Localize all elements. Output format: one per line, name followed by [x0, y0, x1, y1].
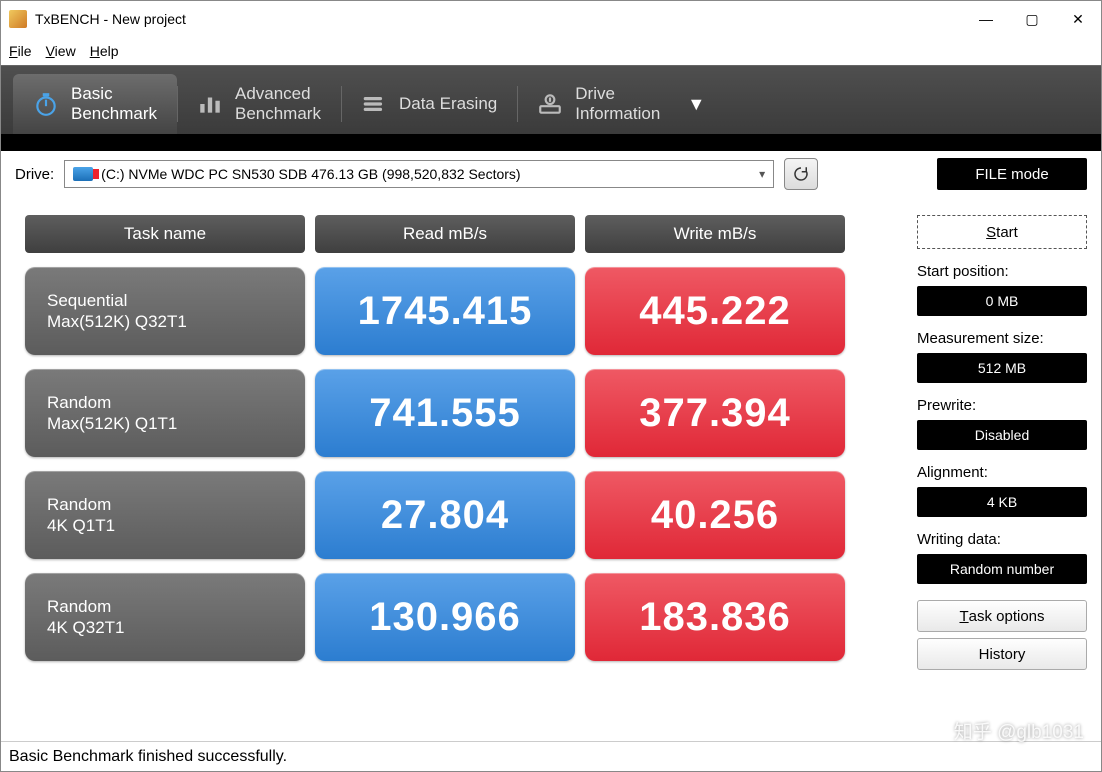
start-position-label: Start position: [917, 263, 1087, 280]
chevron-down-icon: ▾ [759, 167, 765, 181]
task-name-cell[interactable]: Random 4K Q32T1 [25, 573, 305, 661]
tabbar: BasicBenchmark AdvancedBenchmark Data Er… [1, 65, 1101, 135]
menu-view[interactable]: View [46, 43, 76, 59]
task-line2: Max(512K) Q32T1 [47, 311, 283, 332]
result-row: Random 4K Q32T1 130.966 183.836 [15, 573, 897, 661]
write-value[interactable]: 40.256 [585, 471, 845, 559]
header-task: Task name [25, 215, 305, 253]
task-line1: Random [47, 494, 283, 515]
tab-underline [1, 135, 1101, 151]
read-value[interactable]: 1745.415 [315, 267, 575, 355]
drivebar: Drive: (C:) NVMe WDC PC SN530 SDB 476.13… [1, 151, 1101, 197]
task-line2: 4K Q32T1 [47, 617, 283, 638]
history-button[interactable]: History [917, 638, 1087, 670]
erase-icon [361, 91, 387, 117]
tab-label: BasicBenchmark [71, 84, 157, 123]
close-button[interactable]: ✕ [1055, 3, 1101, 35]
tab-basic-benchmark[interactable]: BasicBenchmark [13, 74, 177, 134]
task-line1: Random [47, 596, 283, 617]
prewrite-label: Prewrite: [917, 397, 1087, 414]
drive-info-icon [537, 91, 563, 117]
tab-label: Data Erasing [399, 94, 497, 114]
menu-help[interactable]: Help [90, 43, 119, 59]
result-row: Random Max(512K) Q1T1 741.555 377.394 [15, 369, 897, 457]
task-line1: Random [47, 392, 283, 413]
tab-label: AdvancedBenchmark [235, 84, 321, 123]
task-options-button[interactable]: Task options [917, 600, 1087, 632]
menubar: File View Help [1, 37, 1101, 65]
tab-drive-information[interactable]: DriveInformation [517, 74, 680, 134]
tab-data-erasing[interactable]: Data Erasing [341, 74, 517, 134]
start-position-value[interactable]: 0 MB [917, 286, 1087, 316]
task-line2: 4K Q1T1 [47, 515, 283, 536]
maximize-button[interactable]: ▢ [1009, 3, 1055, 35]
minimize-button[interactable]: — [963, 3, 1009, 35]
tab-advanced-benchmark[interactable]: AdvancedBenchmark [177, 74, 341, 134]
write-value[interactable]: 377.394 [585, 369, 845, 457]
alignment-label: Alignment: [917, 464, 1087, 481]
writing-data-label: Writing data: [917, 531, 1087, 548]
prewrite-value[interactable]: Disabled [917, 420, 1087, 450]
window-buttons: — ▢ ✕ [963, 3, 1101, 35]
writing-data-value[interactable]: Random number [917, 554, 1087, 584]
menu-file[interactable]: File [9, 43, 32, 59]
app-icon [9, 10, 27, 28]
result-row: Sequential Max(512K) Q32T1 1745.415 445.… [15, 267, 897, 355]
task-name-cell[interactable]: Random 4K Q1T1 [25, 471, 305, 559]
window-title: TxBENCH - New project [35, 11, 186, 27]
refresh-button[interactable] [784, 158, 818, 190]
refresh-icon [792, 165, 810, 183]
write-value[interactable]: 183.836 [585, 573, 845, 661]
measurement-size-value[interactable]: 512 MB [917, 353, 1087, 383]
alignment-value[interactable]: 4 KB [917, 487, 1087, 517]
start-button[interactable]: Start [917, 215, 1087, 249]
results-panel: Task name Read mB/s Write mB/s Sequentia… [15, 211, 897, 741]
task-line2: Max(512K) Q1T1 [47, 413, 283, 434]
result-row: Random 4K Q1T1 27.804 40.256 [15, 471, 897, 559]
side-panel: Start Start position: 0 MB Measurement s… [917, 211, 1087, 741]
read-value[interactable]: 27.804 [315, 471, 575, 559]
read-value[interactable]: 130.966 [315, 573, 575, 661]
drive-label: Drive: [15, 166, 54, 183]
file-mode-button[interactable]: FILE mode [937, 158, 1087, 190]
read-value[interactable]: 741.555 [315, 369, 575, 457]
tab-label: DriveInformation [575, 84, 660, 123]
task-line1: Sequential [47, 290, 283, 311]
drive-select[interactable]: (C:) NVMe WDC PC SN530 SDB 476.13 GB (99… [64, 160, 774, 188]
stopwatch-icon [33, 91, 59, 117]
drive-icon [73, 167, 93, 181]
bars-icon [197, 91, 223, 117]
titlebar: TxBENCH - New project — ▢ ✕ [1, 1, 1101, 37]
write-value[interactable]: 445.222 [585, 267, 845, 355]
tab-more-dropdown[interactable]: ▼ [680, 74, 712, 134]
drive-selected-text: (C:) NVMe WDC PC SN530 SDB 476.13 GB (99… [101, 166, 520, 182]
task-name-cell[interactable]: Random Max(512K) Q1T1 [25, 369, 305, 457]
status-bar: Basic Benchmark finished successfully. [1, 741, 1101, 771]
results-header: Task name Read mB/s Write mB/s [15, 215, 897, 253]
main-area: Task name Read mB/s Write mB/s Sequentia… [1, 197, 1101, 741]
task-name-cell[interactable]: Sequential Max(512K) Q32T1 [25, 267, 305, 355]
header-read: Read mB/s [315, 215, 575, 253]
status-text: Basic Benchmark finished successfully. [9, 748, 287, 766]
header-write: Write mB/s [585, 215, 845, 253]
measurement-size-label: Measurement size: [917, 330, 1087, 347]
